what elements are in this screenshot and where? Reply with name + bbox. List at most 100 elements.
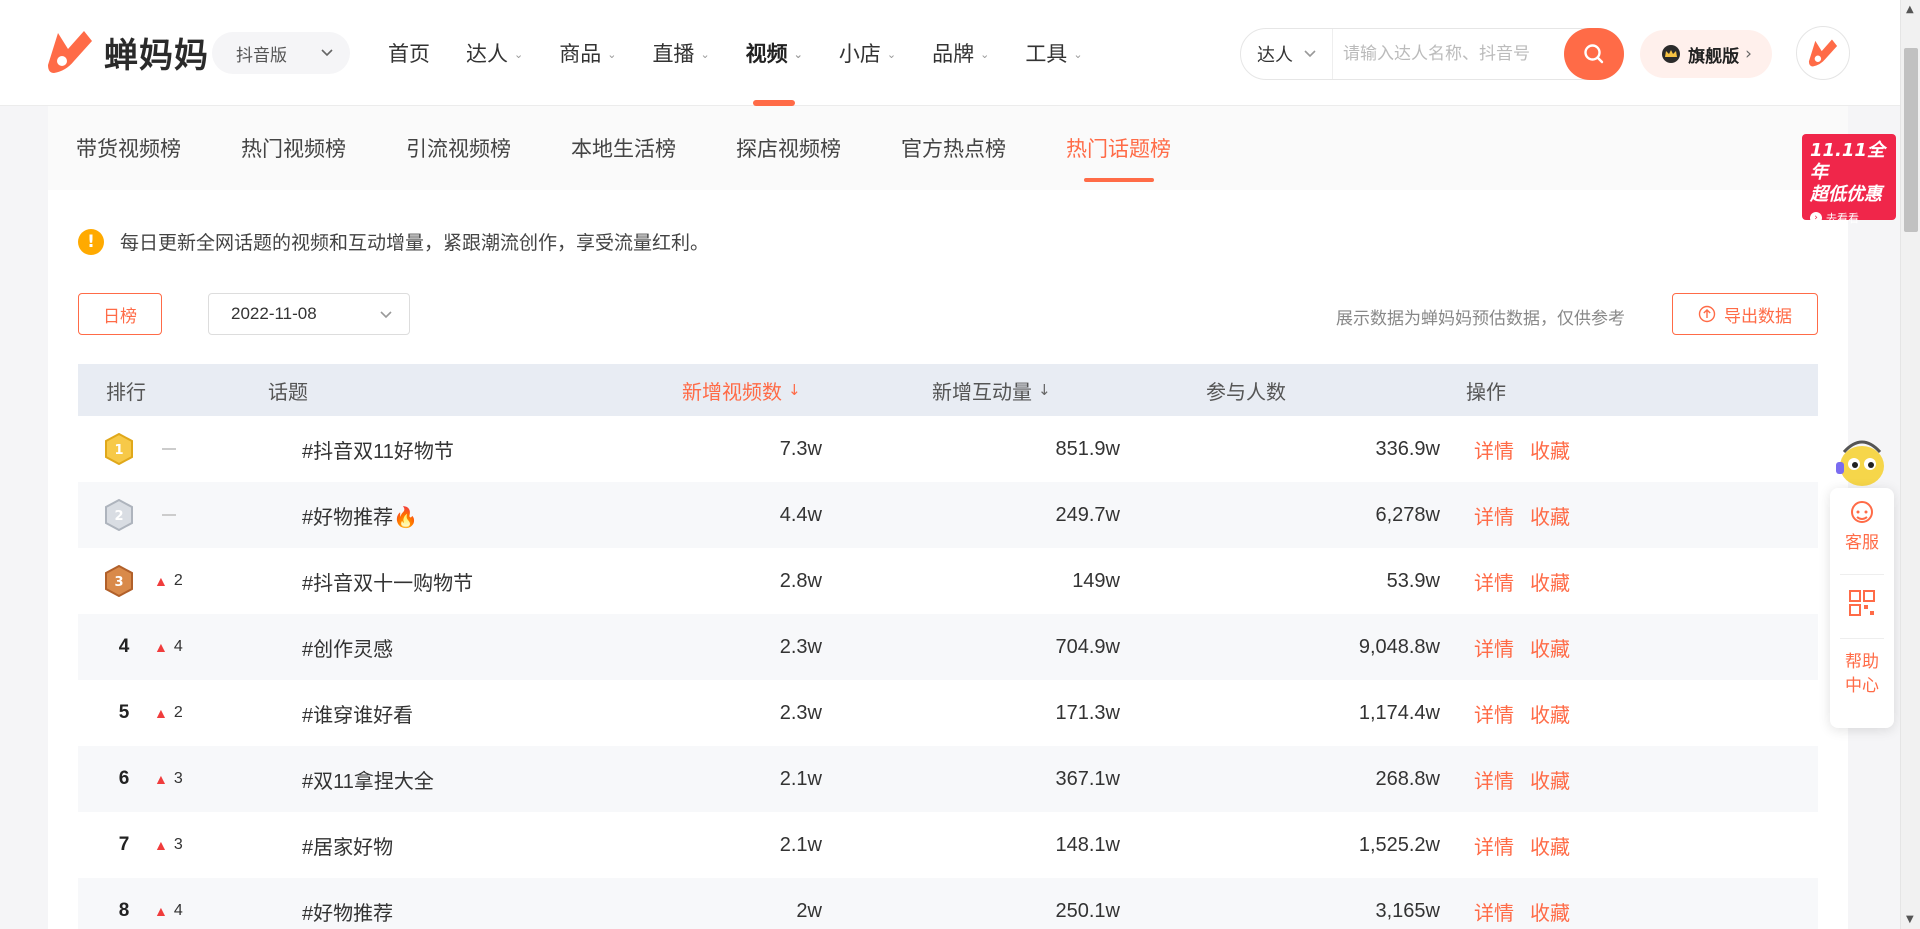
subtab-4[interactable]: 探店视频榜	[736, 106, 841, 190]
search-type-select[interactable]: 达人	[1241, 29, 1333, 79]
topic-name[interactable]: #居家好物	[302, 812, 393, 878]
new-videos-value: 2.3w	[779, 701, 822, 724]
period-daily-button[interactable]: 日榜	[78, 293, 162, 335]
row-actions: 详情 收藏	[1474, 680, 1570, 746]
new-interactions-value: 367.1w	[1055, 767, 1121, 790]
scroll-up-icon[interactable]: ▲	[1906, 4, 1914, 15]
nav-item-6[interactable]: 品牌 ⌄	[914, 0, 1007, 106]
subtab-2[interactable]: 引流视频榜	[406, 106, 511, 190]
detail-link[interactable]: 详情	[1474, 501, 1514, 530]
qrcode-button[interactable]	[1830, 588, 1894, 618]
header-new-interactions-label: 新增互动量	[932, 379, 1032, 404]
nav-item-2[interactable]: 商品 ⌄	[541, 0, 634, 106]
detail-link[interactable]: 详情	[1474, 567, 1514, 596]
nav-item-1[interactable]: 达人 ⌄	[448, 0, 541, 106]
nav-item-4[interactable]: 视频 ⌄	[728, 0, 821, 106]
collect-link[interactable]: 收藏	[1530, 633, 1570, 662]
table-row: 1 #抖音双11好物节 7.3w 851.9w 336.9w 详情 收藏	[78, 416, 1818, 482]
divider	[1840, 574, 1884, 575]
subtab-1[interactable]: 热门视频榜	[241, 106, 346, 190]
brand-logo[interactable]: 蝉妈妈	[44, 26, 209, 78]
subtab-6[interactable]: 热门话题榜	[1066, 106, 1171, 190]
participants-value: 268.8w	[1375, 767, 1441, 790]
collect-link[interactable]: 收藏	[1530, 831, 1570, 860]
avatar[interactable]	[1796, 26, 1850, 80]
nav-item-7[interactable]: 工具 ⌄	[1007, 0, 1100, 106]
silver-medal-icon: 2	[105, 499, 133, 531]
crown-icon	[1662, 45, 1681, 63]
topic-name[interactable]: #双11拿捏大全	[302, 746, 434, 812]
collect-link[interactable]: 收藏	[1530, 897, 1570, 926]
row-actions: 详情 收藏	[1474, 812, 1570, 878]
nav-item-5[interactable]: 小店 ⌄	[821, 0, 914, 106]
date-select[interactable]: 2022-11-08	[208, 293, 410, 335]
promo-banner[interactable]: 11.11全年 超低优惠 › 去看看	[1802, 134, 1896, 225]
promo-line1: 11.11全年	[1810, 140, 1885, 183]
collect-link[interactable]: 收藏	[1530, 501, 1570, 530]
qrcode-icon	[1849, 590, 1875, 616]
chevron-down-icon: ⌄	[980, 47, 990, 61]
mascot-icon[interactable]	[1830, 432, 1894, 490]
nav-item-3[interactable]: 直播 ⌄	[634, 0, 727, 106]
flagship-button[interactable]: 旗舰版 ›	[1640, 30, 1772, 78]
header-participants: 参与人数	[1206, 379, 1286, 404]
detail-link[interactable]: 详情	[1474, 699, 1514, 728]
top-header: 蝉妈妈 抖音版 首页 达人 ⌄ 商品 ⌄ 直播 ⌄ 视频 ⌄ 小店 ⌄ 品牌 ⌄ 工具 ⌄ 达人 旗舰版 ›	[0, 0, 1900, 106]
subtab-3[interactable]: 本地生活榜	[571, 106, 676, 190]
export-data-button[interactable]: 导出数据	[1672, 293, 1818, 335]
search-input[interactable]	[1333, 29, 1564, 79]
topic-name[interactable]: #抖音双11好物节	[302, 416, 454, 482]
rank-change-value: 2	[173, 572, 183, 589]
chevron-down-icon: ⌄	[514, 47, 524, 61]
help-center-button[interactable]: 帮助中心	[1830, 650, 1894, 698]
header-new-videos[interactable]: 新增视频数 ↓	[682, 364, 801, 416]
nav-item-0[interactable]: 首页	[370, 0, 448, 106]
detail-link[interactable]: 详情	[1474, 765, 1514, 794]
rank-change: ▲ 3	[154, 746, 183, 812]
detail-link[interactable]: 详情	[1474, 831, 1514, 860]
export-label: 导出数据	[1724, 306, 1792, 327]
nav-item-label: 商品	[559, 42, 602, 66]
header-new-interactions[interactable]: 新增互动量 ↓	[932, 364, 1051, 416]
chevron-down-icon: ⌄	[886, 47, 897, 61]
scrollbar-thumb[interactable]	[1904, 48, 1918, 232]
notice-text: 每日更新全网话题的视频和互动增量，紧跟潮流创作，享受流量红利。	[120, 232, 710, 254]
subtab-5[interactable]: 官方热点榜	[901, 106, 1006, 190]
notice-bar: ! 每日更新全网话题的视频和互动增量，紧跟潮流创作，享受流量红利。	[78, 228, 709, 255]
rank-up-icon: ▲	[154, 771, 168, 787]
new-videos-value: 2w	[796, 899, 822, 922]
table-row: 2 #好物推荐🔥 4.4w 249.7w 6,278w 详情 收藏	[78, 482, 1818, 548]
search-button[interactable]	[1564, 28, 1624, 80]
collect-link[interactable]: 收藏	[1530, 765, 1570, 794]
rank-change-value: 3	[173, 836, 183, 853]
row-actions: 详情 收藏	[1474, 548, 1570, 614]
customer-service-button[interactable]: 客服	[1830, 498, 1894, 553]
participants-value: 336.9w	[1375, 437, 1441, 460]
topic-name[interactable]: #谁穿谁好看	[302, 680, 413, 746]
table-row: 6 ▲ 3 #双11拿捏大全 2.1w 367.1w 268.8w 详情 收藏	[78, 746, 1818, 812]
subtab-0[interactable]: 带货视频榜	[76, 106, 181, 190]
collect-link[interactable]: 收藏	[1530, 435, 1570, 464]
topic-name[interactable]: #好物推荐🔥	[302, 482, 418, 548]
new-videos-value: 2.8w	[779, 569, 822, 592]
row-actions: 详情 收藏	[1474, 878, 1570, 929]
detail-link[interactable]: 详情	[1474, 897, 1514, 926]
collect-link[interactable]: 收藏	[1530, 567, 1570, 596]
table-row: 3 ▲ 2 #抖音双十一购物节 2.8w 149w 53.9w 详情 收藏	[78, 548, 1818, 614]
header-rank: 排行	[106, 379, 146, 404]
page-scrollbar[interactable]: ▲ ▼	[1900, 0, 1920, 929]
collect-link[interactable]: 收藏	[1530, 699, 1570, 728]
topic-name[interactable]: #抖音双十一购物节	[302, 548, 473, 614]
topic-name[interactable]: #创作灵感	[302, 614, 393, 680]
flagship-label: 旗舰版	[1688, 46, 1740, 67]
nav-item-label: 达人	[466, 42, 508, 66]
row-actions: 详情 收藏	[1474, 416, 1570, 482]
platform-select[interactable]: 抖音版	[212, 32, 350, 74]
divider	[1840, 638, 1884, 639]
detail-link[interactable]: 详情	[1474, 633, 1514, 662]
rank-number: 6	[118, 768, 130, 789]
scroll-down-icon[interactable]: ▼	[1906, 914, 1914, 925]
detail-link[interactable]: 详情	[1474, 435, 1514, 464]
sort-desc-icon: ↓	[1038, 381, 1051, 399]
topic-name[interactable]: #好物推荐	[302, 878, 393, 929]
